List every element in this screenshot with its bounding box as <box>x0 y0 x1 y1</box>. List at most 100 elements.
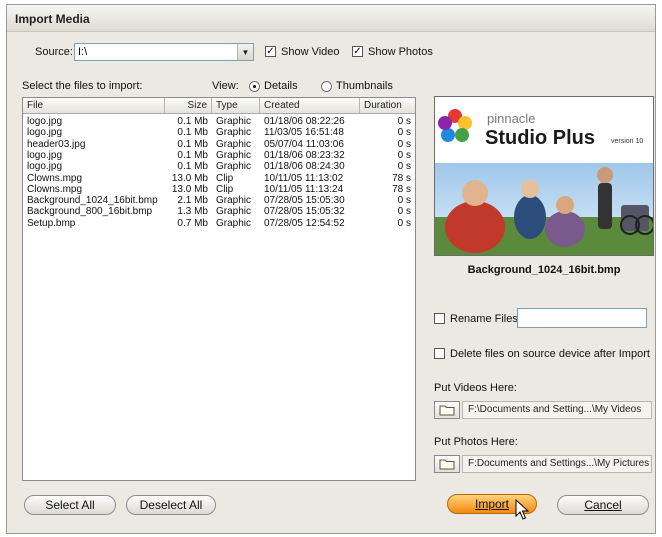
cell-type: Clip <box>216 183 234 195</box>
cell-size: 0.7 Mb <box>177 217 208 229</box>
source-dropdown[interactable]: I:\ ▼ <box>74 43 254 61</box>
table-row[interactable]: logo.jpg 0.1 Mb Graphic 01/18/06 08:24:30 0 … <box>23 161 415 173</box>
cell-type: Clip <box>216 172 234 184</box>
cell-type: Graphic <box>216 127 252 139</box>
preview-filename: Background_1024_16bit.bmp <box>467 264 621 276</box>
cell-size: 0.1 Mb <box>177 127 208 139</box>
cell-type: Graphic <box>216 217 252 229</box>
cell-created: 07/28/05 15:05:32 <box>264 206 345 218</box>
cell-file: logo.jpg <box>27 116 63 127</box>
cell-file: logo.jpg <box>27 149 63 161</box>
cell-duration: 0 s <box>397 116 411 127</box>
photos-destination-label: Put Photos Here: <box>434 436 518 448</box>
table-row[interactable]: logo.jpg 0.1 Mb Graphic 01/18/06 08:23:32 0 … <box>23 150 415 162</box>
cell-created: 10/11/05 11:13:02 <box>264 172 344 184</box>
mouse-cursor-icon <box>515 499 529 520</box>
cell-created: 10/11/05 11:13:24 <box>264 183 344 195</box>
import-button-label: Import <box>474 497 509 511</box>
videos-path: F:\Documents and Setting...\My Videos <box>462 401 652 419</box>
cell-duration: 0 s <box>397 217 411 229</box>
table-row[interactable]: Background_1024_16bit.bmp 2.1 Mb Graphic 07… <box>23 195 415 207</box>
cell-type: Graphic <box>216 116 252 127</box>
table-row[interactable]: Clowns.mpg 13.0 Mb Clip 10/11/05 11:13:24 78… <box>23 184 415 196</box>
videos-destination-label: Put Videos Here: <box>434 382 517 394</box>
column-header-type[interactable]: Type <box>212 98 260 113</box>
cell-file: Clowns.mpg <box>27 183 83 195</box>
cell-created: 07/28/05 12:54:52 <box>264 217 345 229</box>
cell-duration: 78 s <box>392 183 411 195</box>
cell-duration: 0 s <box>397 138 411 150</box>
cell-file: logo.jpg <box>27 161 63 173</box>
cell-type: Graphic <box>216 149 252 161</box>
delete-files-checkbox[interactable] <box>434 348 445 359</box>
rename-files-checkbox[interactable] <box>434 313 445 324</box>
cell-duration: 0 s <box>397 161 411 173</box>
view-thumbnails-label: Thumbnails <box>336 80 393 92</box>
cell-size: 13.0 Mb <box>171 183 208 195</box>
cell-file: Background_800_16bit.bmp <box>27 206 153 218</box>
cell-size: 0.1 Mb <box>177 116 208 127</box>
cell-created: 07/28/05 15:05:30 <box>264 195 345 207</box>
show-photos-checkbox[interactable]: ✓ <box>352 46 363 57</box>
rename-files-label: Rename Files <box>450 313 518 325</box>
select-files-label: Select the files to import: <box>22 80 143 92</box>
import-media-dialog: Import Media Source: I:\ ▼ ✓ Show Video … <box>6 4 656 534</box>
table-row[interactable]: logo.jpg 0.1 Mb Graphic 01/18/06 08:22:26 0 … <box>23 116 415 128</box>
file-list[interactable]: File Size Type Created Duration logo.jpg… <box>22 97 416 481</box>
deselect-all-button[interactable]: Deselect All <box>126 495 216 515</box>
cell-size: 0.1 Mb <box>177 138 208 150</box>
cell-type: Graphic <box>216 195 252 207</box>
brand-name: pinnacle <box>487 111 536 126</box>
table-row[interactable]: Background_800_16bit.bmp 1.3 Mb Graphic 07/… <box>23 206 415 218</box>
cell-created: 01/18/06 08:22:26 <box>264 116 345 127</box>
source-value: I:\ <box>78 46 88 58</box>
cell-size: 0.1 Mb <box>177 161 208 173</box>
file-list-header: File Size Type Created Duration <box>23 98 415 114</box>
cell-created: 11/03/05 16:51:48 <box>264 127 344 139</box>
cell-created: 01/18/06 08:24:30 <box>264 161 345 173</box>
cell-duration: 0 s <box>397 206 411 218</box>
cell-created: 05/07/04 11:03:06 <box>264 138 344 150</box>
cell-size: 0.1 Mb <box>177 149 208 161</box>
cell-type: Graphic <box>216 138 252 150</box>
cancel-button[interactable]: Cancel <box>557 495 649 515</box>
cell-size: 13.0 Mb <box>171 172 208 184</box>
pinnacle-studio-splash <box>435 97 653 255</box>
table-row[interactable]: Clowns.mpg 13.0 Mb Clip 10/11/05 11:13:02 78… <box>23 173 415 185</box>
cell-type: Graphic <box>216 206 252 218</box>
cell-type: Graphic <box>216 161 252 173</box>
product-name: Studio Plus <box>485 127 595 149</box>
chevron-down-icon[interactable]: ▼ <box>237 44 253 60</box>
table-row[interactable]: header03.jpg 0.1 Mb Graphic 05/07/04 11:03:… <box>23 139 415 151</box>
videos-browse-button[interactable] <box>434 401 460 419</box>
column-header-size[interactable]: Size <box>165 98 212 113</box>
column-header-file[interactable]: File <box>23 98 165 113</box>
view-details-radio[interactable] <box>249 81 260 92</box>
view-label: View: <box>212 80 239 92</box>
rename-files-input[interactable] <box>517 308 647 328</box>
column-header-created[interactable]: Created <box>260 98 360 113</box>
cell-created: 01/18/06 08:23:32 <box>264 149 345 161</box>
cell-file: header03.jpg <box>27 138 86 150</box>
cell-size: 2.1 Mb <box>177 195 208 207</box>
cell-duration: 0 s <box>397 195 411 207</box>
folder-icon <box>439 459 455 470</box>
table-row[interactable]: Setup.bmp 0.7 Mb Graphic 07/28/05 12:54:52 0… <box>23 218 415 230</box>
photos-browse-button[interactable] <box>434 455 460 473</box>
cell-file: Setup.bmp <box>27 217 76 229</box>
title-bar[interactable]: Import Media <box>7 5 655 32</box>
source-label: Source: <box>35 46 73 58</box>
show-photos-label: Show Photos <box>368 46 433 58</box>
show-video-label: Show Video <box>281 46 340 58</box>
product-version: version 10 <box>611 138 644 145</box>
show-video-checkbox[interactable]: ✓ <box>265 46 276 57</box>
cell-size: 1.3 Mb <box>177 206 208 218</box>
window-title: Import Media <box>15 12 90 26</box>
select-all-button[interactable]: Select All <box>24 495 116 515</box>
view-thumbnails-radio[interactable] <box>321 81 332 92</box>
table-row[interactable]: logo.jpg 0.1 Mb Graphic 11/03/05 16:51:48 0 … <box>23 127 415 139</box>
cancel-button-label: Cancel <box>584 498 622 512</box>
photos-path: F:Documents and Settings...\My Pictures <box>462 455 652 473</box>
view-details-label: Details <box>264 80 298 92</box>
column-header-duration[interactable]: Duration <box>360 98 415 113</box>
